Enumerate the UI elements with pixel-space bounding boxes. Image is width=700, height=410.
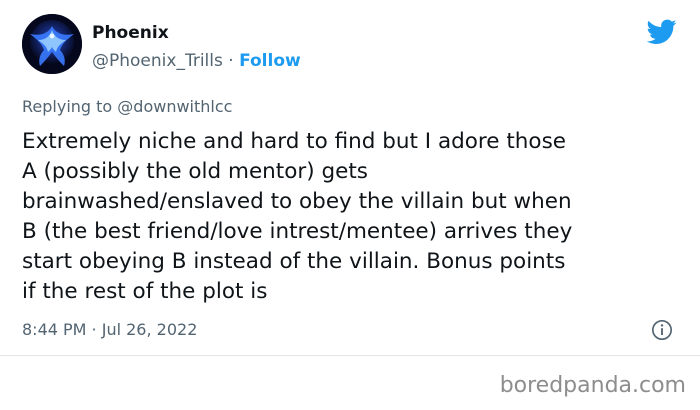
reply-mention-link[interactable]: @downwithlcc xyxy=(117,97,232,116)
info-icon[interactable] xyxy=(651,319,673,341)
tweet-line: A (possibly the old mentor) gets xyxy=(22,159,368,184)
tweet-line: if the rest of the plot is xyxy=(22,279,268,304)
tweet-timestamp[interactable]: 8:44 PM · Jul 26, 2022 xyxy=(22,320,197,340)
replying-to-line: Replying to @downwithlcc xyxy=(22,97,232,117)
handle-separator: · xyxy=(222,51,240,71)
tweet-line: Extremely niche and hard to find but I a… xyxy=(22,129,566,154)
author-display-name[interactable]: Phoenix xyxy=(92,23,169,43)
phoenix-avatar-icon[interactable] xyxy=(22,14,82,74)
footer-divider xyxy=(0,355,700,356)
tweet-line: B (the best friend/love intrest/mentee) … xyxy=(22,219,573,244)
tweet-line: start obeying B instead of the villain. … xyxy=(22,249,566,274)
follow-button[interactable]: Follow xyxy=(239,51,301,71)
tweet-card: Phoenix @Phoenix_Trills · Follow Replyin… xyxy=(0,0,700,410)
tweet-line: brainwashed/enslaved to obey the villain… xyxy=(22,189,572,214)
twitter-bird-icon[interactable] xyxy=(647,19,677,45)
boredpanda-watermark: boredpanda.com xyxy=(499,373,686,398)
tweet-body: Extremely niche and hard to find but I a… xyxy=(22,127,687,307)
author-handle[interactable]: @Phoenix_Trills xyxy=(92,51,223,71)
author-handle-row: @Phoenix_Trills · Follow xyxy=(92,50,301,72)
replying-to-label: Replying to xyxy=(22,97,118,116)
